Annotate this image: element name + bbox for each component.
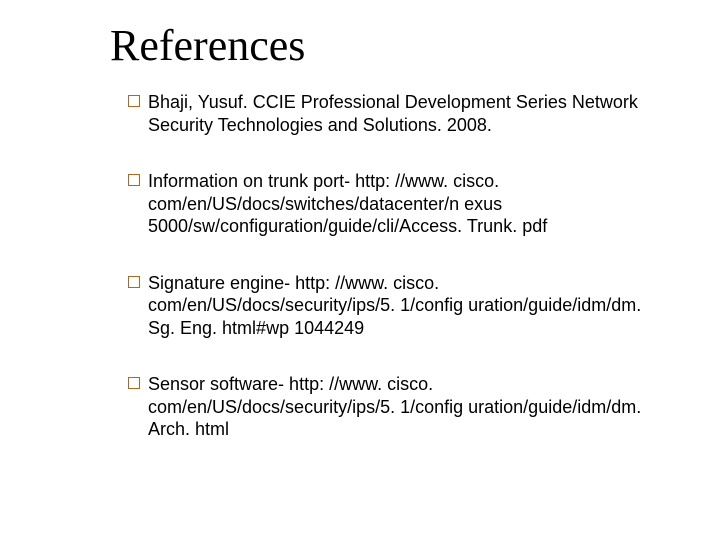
list-item: Sensor software- http: //www. cisco. com… [128,373,660,441]
bullet-square-icon [128,377,140,389]
bullet-square-icon [128,95,140,107]
slide: References Bhaji, Yusuf. CCIE Profession… [0,0,720,540]
reference-text: Sensor software- http: //www. cisco. com… [148,374,641,439]
reference-list: Bhaji, Yusuf. CCIE Professional Developm… [128,91,660,441]
bullet-square-icon [128,276,140,288]
reference-text: Signature engine- http: //www. cisco. co… [148,273,641,338]
list-item: Signature engine- http: //www. cisco. co… [128,272,660,340]
list-item: Information on trunk port- http: //www. … [128,170,660,238]
reference-text: Bhaji, Yusuf. CCIE Professional Developm… [148,92,638,135]
list-item: Bhaji, Yusuf. CCIE Professional Developm… [128,91,660,136]
bullet-square-icon [128,174,140,186]
page-title: References [110,20,660,71]
reference-text: Information on trunk port- http: //www. … [148,171,547,236]
